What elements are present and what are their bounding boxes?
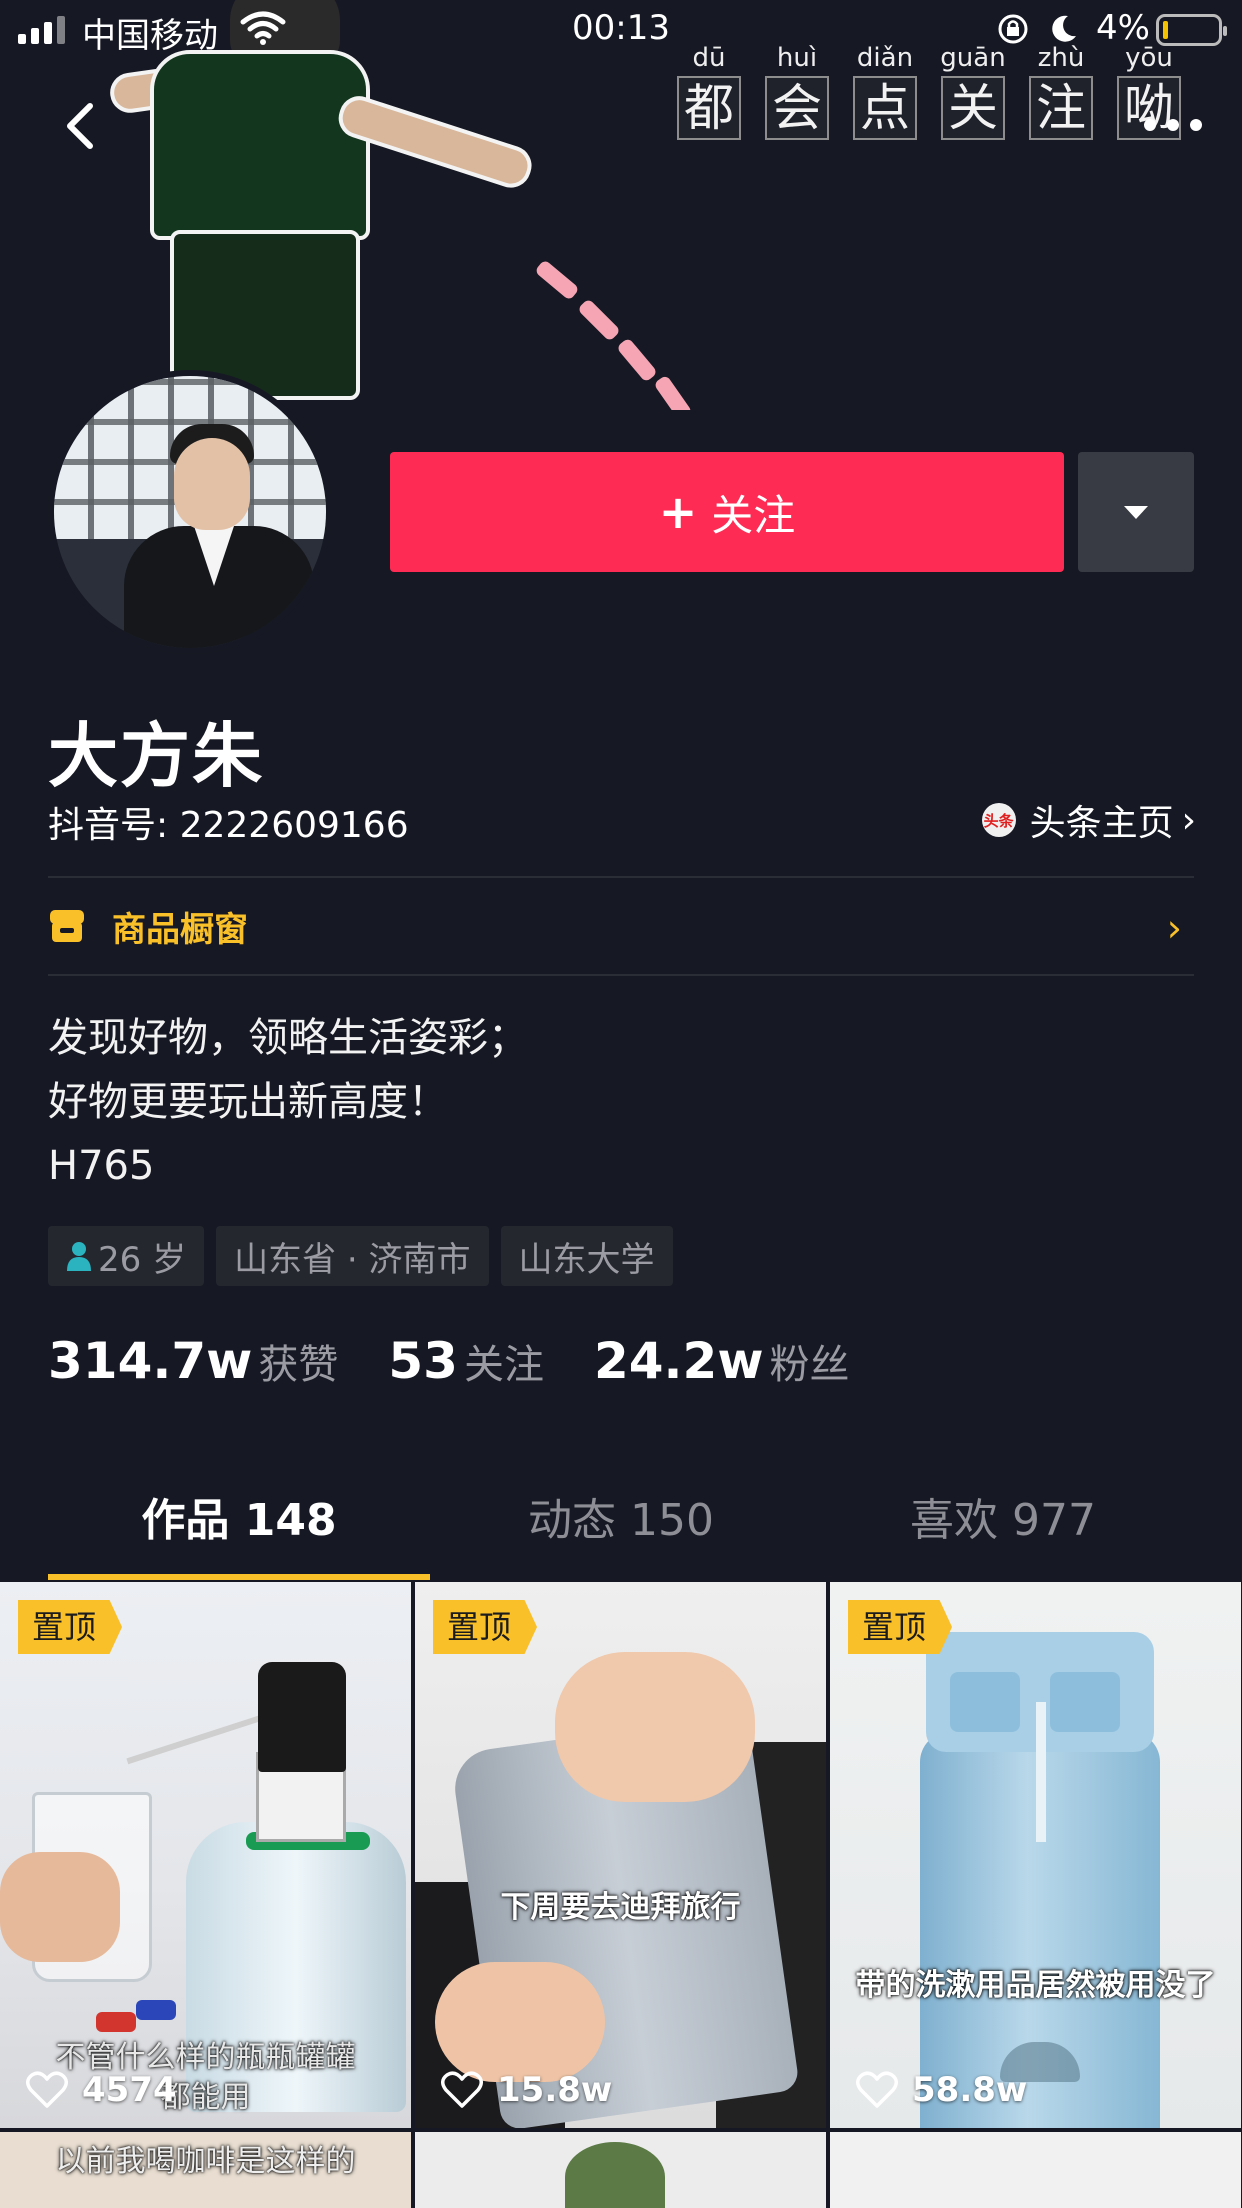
video-thumbnail[interactable]: 以前我喝咖啡是这样的 — [0, 2132, 411, 2208]
likes-count: 314.7w — [48, 1332, 253, 1390]
age-label: 26 岁 — [98, 1239, 187, 1280]
likes-label: 获赞 — [258, 1342, 339, 1388]
cellular-signal-icon — [18, 16, 65, 44]
person-icon — [67, 1242, 91, 1271]
banner-dash — [534, 259, 580, 301]
chevron-right-icon: › — [1166, 906, 1182, 950]
video-thumbnail[interactable] — [830, 2132, 1241, 2208]
back-button[interactable] — [52, 96, 112, 156]
product-showcase-row[interactable]: 商品橱窗 › — [48, 878, 1194, 974]
school-tag: 山东大学 — [500, 1226, 673, 1286]
rotation-lock-icon — [998, 14, 1028, 44]
hanzi: 关 — [941, 76, 1005, 140]
divider — [48, 974, 1194, 976]
likes-count: 4574 — [82, 2070, 177, 2110]
followers-stat[interactable]: 24.2w 粉丝 — [594, 1332, 850, 1390]
follow-label: 关注 — [711, 490, 796, 540]
video-likes: 4574 — [26, 2070, 177, 2110]
profile-tags: 26 岁 山东省 · 济南市 山东大学 — [48, 1226, 673, 1286]
video-thumbnail[interactable]: 置顶 不管什么样的瓶瓶罐罐 都能用 4574 — [0, 1582, 411, 2128]
chevron-right-icon: › — [1181, 799, 1196, 841]
toutiao-label: 头条主页 — [1029, 803, 1174, 844]
avatar[interactable] — [48, 370, 332, 654]
following-label: 关注 — [463, 1342, 544, 1388]
toutiao-homepage-link[interactable]: 头条 头条主页 › — [981, 794, 1196, 846]
douyin-id: 抖音号: 2222609166 — [48, 805, 409, 846]
likes-count: 58.8w — [912, 2070, 1028, 2110]
following-stat[interactable]: 53 关注 — [388, 1332, 544, 1390]
video-likes: 58.8w — [856, 2070, 1027, 2110]
video-thumbnail[interactable]: 置顶 带的洗漱用品居然被用没了 58.8w — [830, 1582, 1241, 2128]
pinned-badge: 置顶 — [18, 1600, 123, 1654]
pinned-badge: 置顶 — [433, 1600, 538, 1654]
likes-stat[interactable]: 314.7w 获赞 — [48, 1332, 338, 1390]
hanzi: 都 — [677, 76, 741, 140]
profile-bio: 发现好物，领略生活姿彩； 好物更要玩出新高度！ H765 — [48, 1006, 528, 1198]
hanzi: 注 — [1029, 76, 1093, 140]
banner-dash — [616, 337, 658, 383]
video-grid: 置顶 不管什么样的瓶瓶罐罐 都能用 4574 置顶 下周要去迪拜旅行 15.8w — [0, 1582, 1242, 2208]
bio-line: 发现好物，领略生活姿彩； — [48, 1015, 528, 1061]
do-not-disturb-moon-icon — [1052, 15, 1076, 42]
tab-likes[interactable]: 喜欢 977 — [812, 1486, 1194, 1582]
more-options-button[interactable] — [1128, 100, 1218, 150]
tab-activity[interactable]: 动态 150 — [430, 1486, 812, 1582]
shop-icon — [50, 910, 84, 942]
caret-down-icon — [1124, 506, 1148, 519]
bio-line: H765 — [48, 1143, 155, 1189]
tab-works[interactable]: 作品 148 — [48, 1486, 430, 1582]
status-bar: 中国移动 00:13 4% — [0, 0, 1242, 58]
location-tag: 山东省 · 济南市 — [216, 1226, 489, 1286]
hanzi: 会 — [765, 76, 829, 140]
plus-icon: + — [658, 485, 698, 539]
followers-label: 粉丝 — [769, 1342, 850, 1388]
followers-count: 24.2w — [593, 1332, 764, 1390]
product-showcase-label: 商品橱窗 — [112, 909, 248, 950]
toutiao-logo-icon: 头条 — [981, 803, 1016, 837]
profile-stats: 314.7w 获赞 53 关注 24.2w 粉丝 — [48, 1332, 900, 1390]
follow-button[interactable]: + 关注 — [390, 452, 1064, 572]
bio-line: 好物更要玩出新高度！ — [48, 1079, 448, 1125]
video-caption: 下周要去迪拜旅行 — [500, 1890, 741, 1925]
banner-dash — [653, 374, 693, 410]
battery-percentage: 4% — [1096, 8, 1150, 48]
recommend-dropdown-button[interactable] — [1078, 452, 1194, 572]
video-thumbnail[interactable] — [415, 2132, 826, 2208]
battery-icon — [1156, 14, 1227, 46]
content-tabs: 作品 148 动态 150 喜欢 977 — [48, 1486, 1194, 1582]
video-caption: 以前我喝咖啡是这样的 — [55, 2144, 356, 2179]
profile-banner: dū 都 huì 会 diǎn 点 guān 关 zhù 注 yōu 呦 — [0, 0, 1242, 410]
heart-outline-icon — [856, 2071, 898, 2108]
pinned-badge: 置顶 — [848, 1600, 953, 1654]
age-tag: 26 岁 — [48, 1226, 205, 1286]
heart-outline-icon — [26, 2071, 68, 2108]
active-tab-indicator — [48, 1574, 430, 1580]
clock-time: 00:13 — [572, 8, 670, 48]
video-thumbnail[interactable]: 置顶 下周要去迪拜旅行 15.8w — [415, 1582, 826, 2128]
banner-dash — [577, 298, 621, 342]
heart-outline-icon — [441, 2071, 483, 2108]
carrier-name: 中国移动 — [82, 16, 218, 56]
profile-nickname: 大方朱 — [48, 715, 264, 797]
banner-figure-illustration — [107, 0, 537, 410]
hanzi: 点 — [853, 76, 917, 140]
likes-count: 15.8w — [497, 2070, 613, 2110]
wifi-icon — [240, 11, 286, 45]
video-likes: 15.8w — [441, 2070, 612, 2110]
following-count: 53 — [388, 1332, 458, 1390]
video-caption: 带的洗漱用品居然被用没了 — [855, 1968, 1216, 2003]
